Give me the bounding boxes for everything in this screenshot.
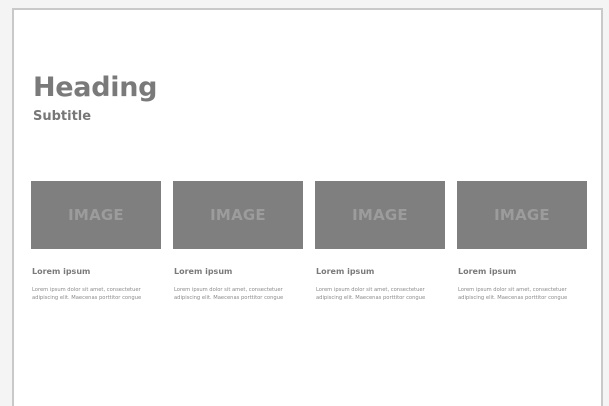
card-text: Lorem ipsum dolor sit amet, consectetuer… [458, 287, 568, 301]
image-placeholder-label: IMAGE [352, 206, 408, 224]
card-title: Lorem ipsum [174, 267, 233, 276]
card-text: Lorem ipsum dolor sit amet, consectetuer… [174, 287, 284, 301]
card-text: Lorem ipsum dolor sit amet, consectetuer… [316, 287, 426, 301]
card-title: Lorem ipsum [316, 267, 375, 276]
card-3: IMAGE Lorem ipsum Lorem ipsum dolor sit … [315, 181, 445, 301]
card-1: IMAGE Lorem ipsum Lorem ipsum dolor sit … [31, 181, 161, 301]
page-subtitle: Subtitle [33, 109, 92, 124]
image-placeholder-label: IMAGE [68, 206, 124, 224]
card-text: Lorem ipsum dolor sit amet, consectetuer… [32, 287, 142, 301]
card-2: IMAGE Lorem ipsum Lorem ipsum dolor sit … [173, 181, 303, 301]
card-row: IMAGE Lorem ipsum Lorem ipsum dolor sit … [31, 181, 591, 321]
card-4: IMAGE Lorem ipsum Lorem ipsum dolor sit … [457, 181, 587, 301]
image-placeholder: IMAGE [173, 181, 303, 249]
page-heading: Heading [33, 72, 158, 103]
image-placeholder: IMAGE [457, 181, 587, 249]
image-placeholder: IMAGE [315, 181, 445, 249]
image-placeholder-label: IMAGE [210, 206, 266, 224]
image-placeholder-label: IMAGE [494, 206, 550, 224]
card-title: Lorem ipsum [32, 267, 91, 276]
card-title: Lorem ipsum [458, 267, 517, 276]
wireframe-page: Heading Subtitle IMAGE Lorem ipsum Lorem… [12, 8, 603, 406]
image-placeholder: IMAGE [31, 181, 161, 249]
